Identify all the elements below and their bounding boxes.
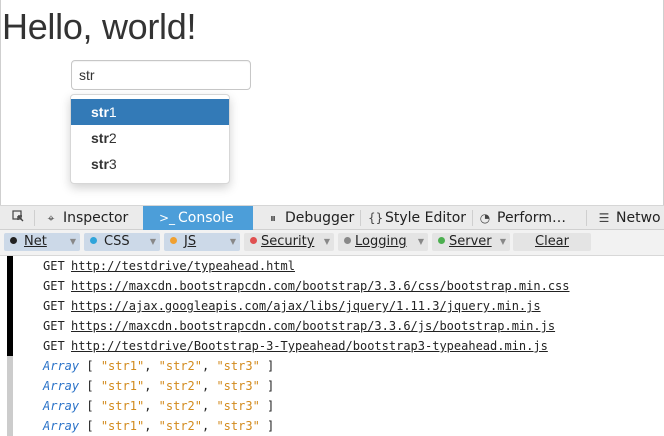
log-category-marker: [7, 356, 13, 376]
devtools-tabbar: ⌖ Inspector >_ Console ⏸ Debugger {} Style E…: [0, 205, 664, 230]
caret-down-icon[interactable]: ▼: [230, 233, 236, 251]
tab-divider: [360, 210, 361, 226]
tab-label: Perform…: [497, 210, 566, 226]
suggestion-rest: 1: [108, 104, 117, 120]
network-log-row: GET https://maxcdn.bootstrapcdn.com/boot…: [0, 316, 664, 336]
net-category-marker: [7, 336, 13, 356]
http-method: GET: [43, 259, 65, 273]
console-log-row: Array [ "str1", "str2", "str3" ]: [0, 416, 664, 436]
logging-dot-icon: [344, 237, 351, 244]
net-dot-icon: [10, 237, 17, 244]
request-url-link[interactable]: https://maxcdn.bootstrapcdn.com/bootstra…: [71, 276, 570, 296]
js-dot-icon: [170, 237, 177, 244]
http-method: GET: [43, 299, 65, 313]
server-dot-icon: [438, 237, 445, 244]
suggestion-item[interactable]: str3: [71, 151, 229, 177]
pick-element-button[interactable]: [4, 206, 32, 230]
filter-label: Server: [449, 234, 492, 249]
filter-label: JS: [184, 234, 197, 249]
filter-css-button[interactable]: CSS ▼: [84, 233, 160, 251]
suggestion-item[interactable]: str1: [71, 99, 229, 125]
console-log-row: Array [ "str1", "str2", "str3" ]: [0, 396, 664, 416]
http-method: GET: [43, 319, 65, 333]
pick-element-icon: [11, 206, 25, 230]
filter-js-button[interactable]: JS ▼: [164, 233, 240, 251]
page-frame-left: [0, 0, 1, 205]
filter-server-button[interactable]: Server ▼: [432, 233, 510, 251]
tab-label: Console: [178, 210, 234, 226]
caret-down-icon[interactable]: ▼: [500, 233, 506, 251]
suggestion-rest: 2: [108, 130, 117, 146]
network-log-row: GET http://testdrive/typeahead.html: [0, 256, 664, 276]
css-dot-icon: [90, 237, 97, 244]
console-log-row: Array [ "str1", "str2", "str3" ]: [0, 356, 664, 376]
suggestion-match: str: [91, 156, 109, 172]
network-log-row: GET http://testdrive/Bootstrap-3-Typeahe…: [0, 336, 664, 356]
tab-label: Debugger: [285, 210, 355, 226]
array-output[interactable]: Array [ "str1", "str2", "str3" ]: [43, 396, 274, 416]
network-icon: ☰: [598, 211, 610, 225]
http-method: GET: [43, 339, 65, 353]
tab-network[interactable]: ☰ Netwo: [597, 206, 664, 230]
suggestion-rest: 3: [108, 156, 117, 172]
tab-debugger[interactable]: ⏸ Debugger: [266, 206, 358, 230]
suggestion-item[interactable]: str2: [71, 125, 229, 151]
array-output[interactable]: Array [ "str1", "str2", "str3" ]: [43, 356, 274, 376]
tab-divider: [472, 210, 473, 226]
net-category-marker: [7, 296, 13, 316]
tab-label: Inspector: [63, 210, 129, 226]
clear-button[interactable]: Clear: [513, 233, 591, 251]
log-category-marker: [7, 376, 13, 396]
caret-down-icon[interactable]: ▼: [150, 233, 156, 251]
filter-net-button[interactable]: Net ▼: [4, 233, 80, 251]
console-icon: >_: [159, 211, 176, 225]
gauge-icon: ◔: [479, 211, 491, 225]
network-log-row: GET https://maxcdn.bootstrapcdn.com/boot…: [0, 276, 664, 296]
caret-down-icon[interactable]: ▼: [418, 233, 424, 251]
net-category-marker: [7, 256, 13, 276]
suggestion-match: str: [91, 130, 109, 146]
http-method: GET: [43, 279, 65, 293]
caret-down-icon[interactable]: ▼: [324, 233, 330, 251]
log-category-marker: [7, 396, 13, 416]
page-heading: Hello, world!: [2, 6, 197, 47]
suggestion-match: str: [91, 104, 109, 120]
tab-label: Netwo: [616, 210, 661, 226]
filter-logging-button[interactable]: Logging ▼: [338, 233, 428, 251]
console-output: GET http://testdrive/typeahead.html GET …: [0, 256, 664, 436]
tab-console[interactable]: >_ Console: [143, 206, 253, 230]
filter-label: Security: [261, 234, 315, 249]
typeahead-input[interactable]: [71, 60, 251, 90]
filter-label: CSS: [104, 234, 130, 249]
devtools-panel: ⌖ Inspector >_ Console ⏸ Debugger {} Style E…: [0, 205, 664, 436]
caret-down-icon[interactable]: ▼: [70, 233, 76, 251]
filter-security-button[interactable]: Security ▼: [244, 233, 334, 251]
request-url-link[interactable]: http://testdrive/typeahead.html: [71, 256, 295, 276]
net-category-marker: [7, 276, 13, 296]
tab-divider: [34, 210, 35, 226]
network-log-row: GET https://ajax.googleapis.com/ajax/lib…: [0, 296, 664, 316]
braces-icon: {}: [368, 211, 384, 225]
clear-label: Clear: [535, 234, 569, 249]
filter-label: Logging: [355, 234, 407, 249]
filter-label: Net: [24, 234, 47, 249]
array-output[interactable]: Array [ "str1", "str2", "str3" ]: [43, 416, 274, 436]
tab-inspector[interactable]: ⌖ Inspector: [44, 206, 142, 230]
request-url-link[interactable]: https://ajax.googleapis.com/ajax/libs/jq…: [71, 296, 541, 316]
log-category-marker: [7, 416, 13, 436]
console-filter-bar: Net ▼ CSS ▼ JS ▼ Security ▼ Logging ▼ Server ▼…: [0, 230, 664, 256]
request-url-link[interactable]: http://testdrive/Bootstrap-3-Typeahead/b…: [71, 336, 548, 356]
console-log-row: Array [ "str1", "str2", "str3" ]: [0, 376, 664, 396]
inspector-icon: ⌖: [47, 211, 55, 225]
tab-label: Style Editor: [385, 210, 467, 226]
tab-performance[interactable]: ◔ Perform…: [478, 206, 584, 230]
array-output[interactable]: Array [ "str1", "str2", "str3" ]: [43, 376, 274, 396]
pause-icon: ⏸: [269, 211, 276, 225]
tab-style-editor[interactable]: {} Style Editor: [368, 206, 470, 230]
net-category-marker: [7, 316, 13, 336]
tab-divider: [586, 210, 587, 226]
security-dot-icon: [250, 237, 257, 244]
request-url-link[interactable]: https://maxcdn.bootstrapcdn.com/bootstra…: [71, 316, 555, 336]
typeahead-dropdown: str1 str2 str3: [70, 94, 230, 184]
